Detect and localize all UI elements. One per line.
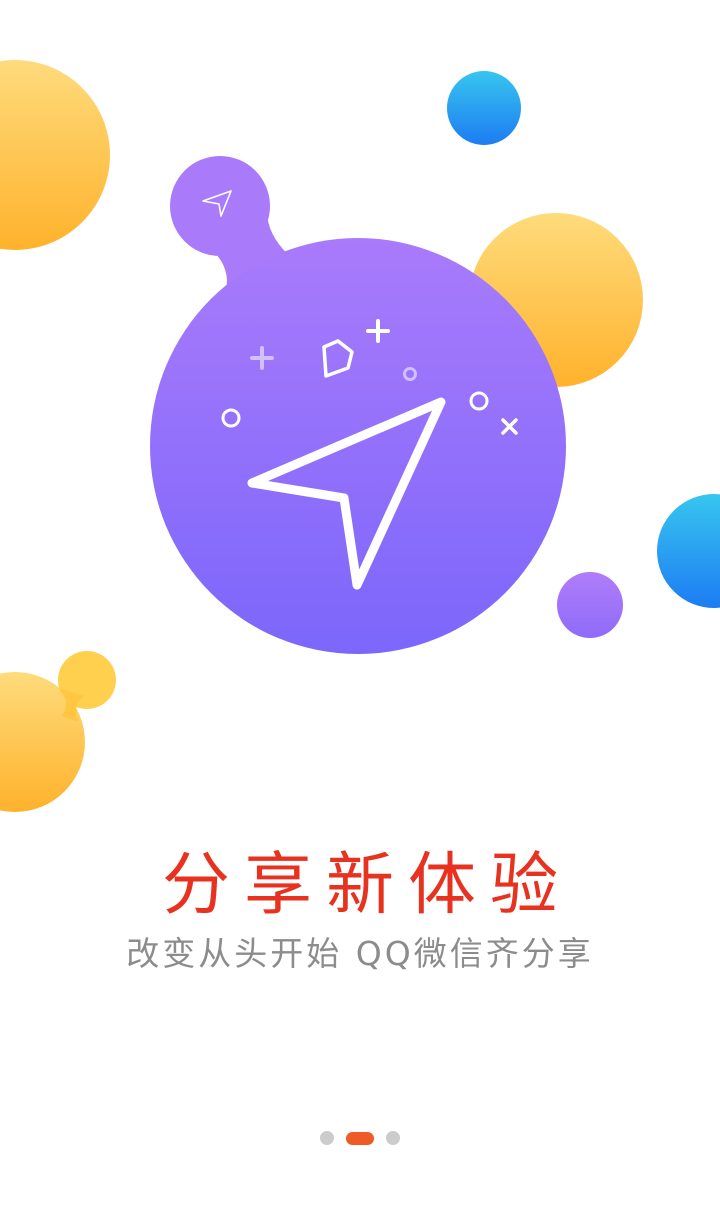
page-dot-3[interactable]	[386, 1131, 400, 1145]
purple-bubble-small	[557, 572, 623, 638]
guide-screen: 分享新体验 改变从头开始 QQ微信齐分享	[0, 0, 720, 1230]
yellow-bubble-bottom-left	[0, 651, 116, 812]
page-indicator	[0, 1130, 720, 1146]
subtitle: 改变从头开始 QQ微信齐分享	[126, 934, 594, 973]
page-dot-1[interactable]	[320, 1131, 334, 1145]
blue-bubble-top	[447, 71, 521, 145]
headline: 分享新体验	[161, 846, 572, 925]
page-dot-2-active[interactable]	[346, 1131, 374, 1145]
share-illustration	[0, 60, 720, 812]
yellow-bubble-top-left	[0, 60, 110, 250]
blue-bubble-right	[657, 494, 720, 608]
